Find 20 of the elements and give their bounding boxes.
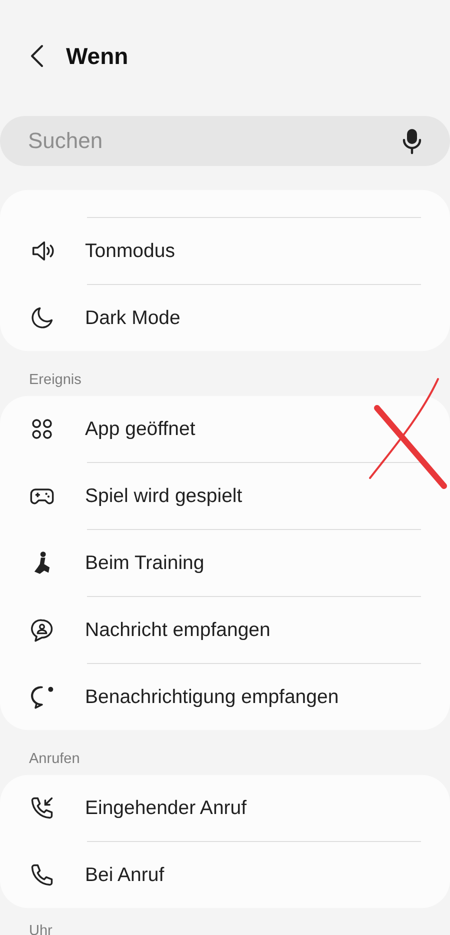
section-header: Uhr	[29, 923, 52, 935]
settings-row[interactable]: Spiel wird gespielt	[0, 463, 450, 529]
settings-row[interactable]: Eingehender Anruf	[0, 775, 450, 841]
phone-icon	[29, 862, 55, 888]
settings-row[interactable]: Beim Training	[0, 530, 450, 596]
section-header: Ereignis	[29, 372, 82, 388]
settings-row[interactable]: Benachrichtigung empfangen	[0, 664, 450, 730]
section-header: Anrufen	[29, 751, 80, 767]
incoming-call-icon	[29, 795, 55, 821]
moon-icon	[29, 305, 55, 331]
settings-row[interactable]: Nachricht empfangen	[0, 597, 450, 663]
settings-row[interactable]: Bei Anruf	[0, 842, 450, 908]
chat-person-icon	[29, 617, 55, 643]
settings-row[interactable]: App geöffnet	[0, 396, 450, 462]
settings-row[interactable]: Dark Mode	[0, 285, 450, 351]
microphone-icon[interactable]	[400, 127, 424, 155]
search-field[interactable]: Suchen	[0, 116, 450, 166]
four-circles-icon	[29, 416, 55, 442]
page-title: Wenn	[66, 42, 128, 70]
settings-row[interactable]: Tonmodus	[0, 218, 450, 284]
